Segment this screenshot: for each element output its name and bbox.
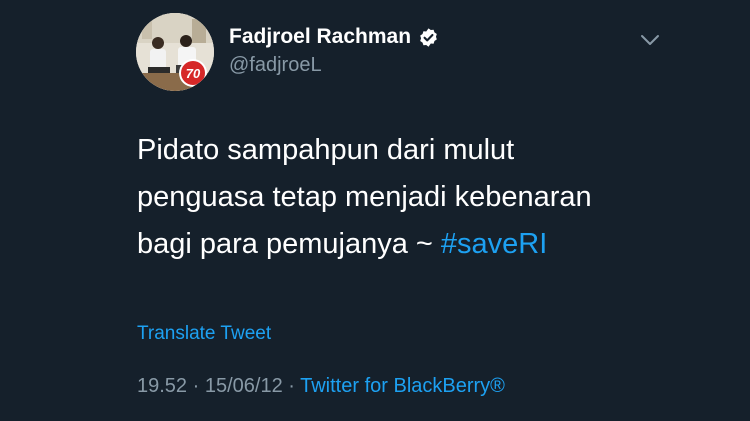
tweet-text-line-2: penguasa tetap menjadi kebenaran [137,181,592,213]
tweet-text: Pidato sampahpun dari mulut penguasa tet… [137,127,697,268]
avatar[interactable]: 70 [136,13,214,91]
avatar-photo: 70 [136,13,214,91]
tweet-time: 19.52 [137,375,188,397]
translate-tweet-link[interactable]: Translate Tweet [137,323,271,345]
tweet-text-line-1: Pidato sampahpun dari mulut [137,134,515,166]
author-handle[interactable]: @fadjroeL [229,54,322,77]
chevron-down-icon[interactable] [636,30,664,50]
verified-badge-icon [418,27,439,48]
tweet-text-line-3: bagi para pemujanya ~ #saveRI [137,221,697,268]
author-name-row[interactable]: Fadjroel Rachman [229,25,439,49]
tweet-date: 15/06/12 [204,375,283,397]
tweet-source-link[interactable]: Twitter for BlackBerry® [300,375,505,397]
tweet-meta: 19.52 · 15/06/12 · Twitter for BlackBerr… [137,375,505,398]
tweet-card: 70 Fadjroel Rachman @fadjroeL Pidato sam… [0,0,750,421]
hashtag-link[interactable]: #saveRI [441,228,547,260]
tweet-text-line-3-text: bagi para pemujanya ~ [137,228,441,260]
meta-separator: · [187,375,205,397]
meta-separator: · [282,375,301,397]
author-name[interactable]: Fadjroel Rachman [229,25,411,49]
avatar-badge-text: 70 [186,66,201,81]
